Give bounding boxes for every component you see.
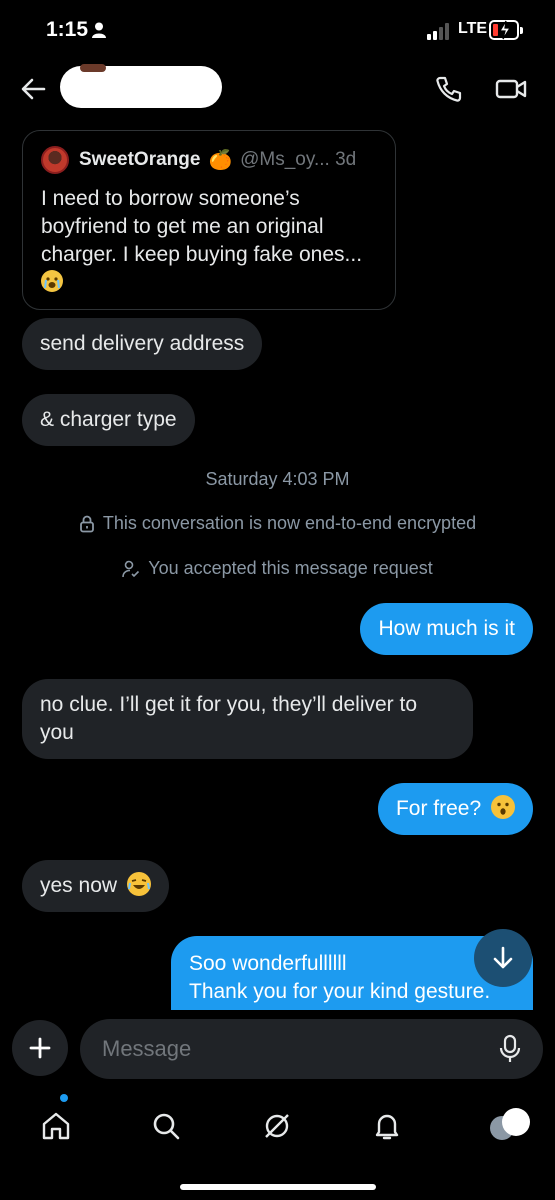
quoted-post-text: I need to borrow someone’s boyfriend to … [41, 185, 371, 297]
phone-icon[interactable] [434, 74, 464, 104]
user-check-icon [122, 560, 140, 577]
message-outgoing[interactable]: How much is it [360, 603, 533, 655]
microphone-icon[interactable] [499, 1034, 521, 1064]
tab-home[interactable] [36, 1106, 76, 1146]
home-icon [42, 1112, 70, 1140]
status-bar: 1:15 LTE [0, 0, 555, 62]
message-incoming[interactable]: & charger type [22, 394, 195, 446]
surprised-emoji-icon [491, 795, 515, 819]
video-call-icon[interactable] [494, 74, 528, 104]
lock-icon [79, 515, 94, 532]
quoted-post-card[interactable]: SweetOrange 🍊 @Ms_oy... 3d I need to bor… [22, 130, 396, 310]
composer-bar [0, 1010, 555, 1090]
conversation-header [0, 62, 555, 118]
grok-icon [265, 1114, 289, 1138]
messages-icon [490, 1108, 530, 1140]
message-field[interactable] [80, 1019, 543, 1079]
message-input[interactable] [102, 1019, 482, 1079]
tab-grok[interactable] [257, 1106, 297, 1146]
person-icon [92, 22, 106, 38]
bottom-tab-bar [0, 1090, 555, 1200]
bell-icon [375, 1114, 399, 1140]
back-arrow-icon[interactable] [18, 74, 48, 104]
scroll-to-bottom-button[interactable] [474, 929, 532, 987]
quoted-author-avatar [41, 146, 69, 174]
quoted-author-name: SweetOrange [79, 149, 201, 170]
notification-dot [60, 1094, 68, 1102]
encrypted-notice: This conversation is now end-to-end encr… [102, 513, 477, 533]
message-outgoing[interactable]: For free? [377, 783, 533, 835]
status-time: 1:15 [46, 18, 89, 41]
network-label: LTE [458, 20, 488, 37]
tab-search[interactable] [146, 1106, 186, 1146]
message-incoming[interactable]: send delivery address [22, 318, 263, 370]
battery-icon [489, 20, 523, 40]
plus-icon [29, 1037, 51, 1059]
add-attachment-button[interactable] [12, 1020, 68, 1076]
request-accepted-notice: You accepted this message request [148, 558, 433, 578]
arrow-down-icon [493, 946, 513, 969]
message-incoming[interactable]: yes now [22, 860, 169, 912]
laughing-emoji-icon [126, 872, 151, 896]
timestamp: Saturday 4:03 PM [205, 469, 350, 489]
tab-messages[interactable] [484, 1106, 536, 1146]
crying-emoji-icon [41, 270, 63, 292]
home-indicator [180, 1184, 376, 1190]
redacted-contact[interactable] [60, 64, 222, 108]
message-incoming[interactable]: no clue. I’ll get it for you, they’ll de… [22, 679, 473, 759]
orange-emoji: 🍊 [208, 150, 233, 171]
tab-notifications[interactable] [367, 1106, 407, 1146]
quoted-author-handle: @Ms_oy... 3d [240, 149, 357, 170]
search-icon [153, 1113, 180, 1140]
signal-icon [427, 22, 449, 40]
